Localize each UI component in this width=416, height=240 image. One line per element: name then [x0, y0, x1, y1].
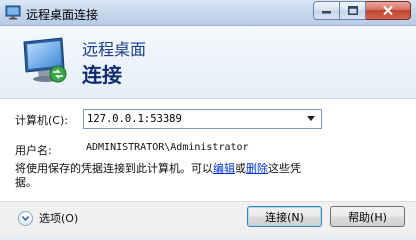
help-button[interactable]: 帮助(H)	[330, 206, 405, 227]
edit-credentials-link[interactable]: 编辑	[213, 162, 235, 175]
close-icon	[383, 6, 393, 15]
computer-label: 计算机(C):	[15, 114, 68, 127]
header-banner: 远程桌面 连接	[0, 26, 416, 99]
delete-credentials-link[interactable]: 删除	[246, 162, 268, 175]
computer-combobox[interactable]	[83, 109, 322, 129]
maximize-button[interactable]	[340, 1, 366, 20]
credentials-note: 将使用保存的凭据连接到此计算机。可以编辑或删除这些凭据。	[15, 162, 315, 190]
remote-desktop-icon	[5, 5, 21, 20]
caption-buttons	[313, 1, 411, 20]
options-toggle[interactable]: 选项(O)	[18, 210, 78, 226]
dropdown-arrow-icon[interactable]	[307, 116, 315, 121]
maximize-icon	[347, 6, 358, 15]
dialog-footer: 选项(O) 连接(N) 帮助(H)	[0, 201, 416, 235]
username-value: ADMINISTRATOR\Administrator	[86, 142, 249, 153]
window-title: 远程桌面连接	[26, 8, 99, 22]
options-expander[interactable]	[18, 210, 33, 226]
note-or-text: 或	[235, 162, 246, 175]
chevron-down-icon	[22, 215, 29, 221]
monitor-icon	[23, 37, 67, 83]
computer-input[interactable]	[87, 112, 297, 126]
note-text-before: 将使用保存的凭据连接到此计算机。可以	[15, 162, 213, 175]
minimize-icon	[322, 10, 331, 13]
options-label: 选项(O)	[39, 212, 79, 225]
remote-desktop-window: 远程桌面连接 远程桌面 连接 计算机(C): 127.0.0.1:53389 用…	[0, 0, 416, 235]
banner-subtitle: 远程桌面	[82, 40, 147, 59]
close-button[interactable]	[366, 1, 411, 20]
banner-title: 连接	[82, 63, 122, 87]
connection-form: 计算机(C): 用户名: ADMINISTRATOR\Administrator…	[0, 99, 416, 201]
title-bar[interactable]: 远程桌面连接	[0, 0, 416, 26]
minimize-button[interactable]	[313, 1, 340, 20]
connect-button[interactable]: 连接(N)	[247, 206, 322, 227]
username-label: 用户名:	[15, 144, 52, 157]
